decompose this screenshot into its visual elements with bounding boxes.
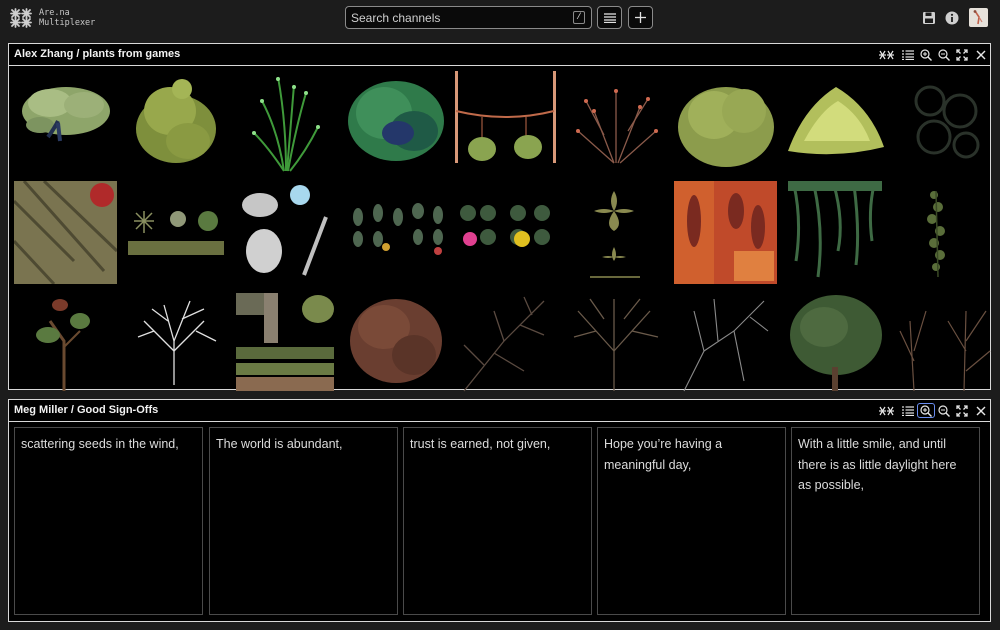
list-button[interactable] [900, 47, 916, 62]
text-block-content: The world is abundant, [216, 437, 343, 451]
plus-icon [635, 12, 646, 23]
text-block-card[interactable]: scattering seeds in the wind, [14, 427, 203, 615]
list-button[interactable] [900, 403, 916, 418]
zoom-in-icon [920, 404, 932, 417]
block-tile-plant-sprites[interactable] [124, 181, 227, 284]
block-tile-white-tree[interactable] [124, 291, 227, 394]
fullscreen-icon [956, 48, 968, 61]
arena-logo-icon[interactable] [10, 8, 32, 28]
asterisk-icon [878, 50, 894, 59]
panel-header: Alex Zhang / plants from games [9, 44, 990, 66]
block-tile-ivy[interactable] [894, 181, 997, 284]
avatar[interactable] [969, 8, 988, 27]
close-icon [976, 50, 986, 59]
panel-header: Meg Miller / Good Sign-Offs [9, 400, 990, 422]
text-block-card[interactable]: With a little smile, and until there is … [791, 427, 980, 615]
fullscreen-icon [956, 404, 968, 417]
block-tile-bare-branches[interactable] [454, 291, 557, 394]
zoom-in-button[interactable] [918, 47, 934, 62]
block-tile-hedge-sprites[interactable] [234, 291, 337, 394]
close-icon [976, 406, 986, 415]
block-tile-white-leaves[interactable] [234, 181, 337, 284]
text-block-content: Hope you’re having a meaningful day, [604, 437, 723, 472]
search-box: / [345, 6, 592, 29]
app-name-line1: Are.na [39, 8, 70, 18]
block-tile-leaf-sprites[interactable] [344, 181, 447, 284]
zoom-out-icon [938, 404, 950, 417]
info-icon[interactable] [944, 10, 960, 26]
zoom-out-button[interactable] [936, 47, 952, 62]
zoom-out-button[interactable] [936, 403, 952, 418]
block-tile-hanging-vines[interactable] [784, 181, 887, 284]
add-channel-button[interactable] [628, 6, 653, 29]
search-input[interactable] [351, 9, 561, 26]
block-tile-small-tree[interactable] [14, 291, 117, 394]
top-bar: Are.na Multiplexer / [0, 0, 1000, 36]
block-tile-twig-bushes[interactable] [894, 291, 997, 394]
block-tile-bark-texture[interactable] [14, 181, 117, 284]
panel-title[interactable]: Alex Zhang / plants from games [14, 48, 180, 60]
block-tile-yellow-mound[interactable] [784, 71, 887, 174]
text-block-card[interactable]: The world is abundant, [209, 427, 398, 615]
text-block-card[interactable]: trust is earned, not given, [403, 427, 592, 615]
avatar-image [973, 10, 983, 25]
fullscreen-button[interactable] [954, 403, 970, 418]
block-tile-cross-leaves[interactable] [564, 181, 667, 284]
block-tile-hanging-pots[interactable] [454, 71, 557, 174]
block-tile-tree[interactable] [14, 71, 117, 174]
asterisk-icon [878, 406, 894, 415]
channel-panel-sign-offs: Meg Miller / Good Sign-Offs scattering s… [8, 399, 991, 622]
channel-panel-plants: Alex Zhang / plants from games [8, 43, 991, 392]
list-view-button[interactable] [597, 6, 622, 29]
zoom-in-button[interactable] [917, 403, 935, 418]
block-tile-bare-tree[interactable] [564, 291, 667, 394]
zoom-in-icon [920, 48, 932, 61]
list-icon [603, 12, 616, 23]
close-button[interactable] [973, 403, 989, 418]
close-button[interactable] [973, 47, 989, 62]
text-block-content: trust is earned, not given, [410, 437, 551, 451]
block-tile-lilypad-sprites[interactable] [454, 181, 557, 284]
block-tile-dark-leaves[interactable] [894, 71, 997, 174]
block-tile-shrub[interactable] [124, 71, 227, 174]
list-icon [902, 49, 914, 60]
asterisk-button[interactable] [878, 47, 894, 62]
block-tile-grass[interactable] [234, 71, 337, 174]
text-block-card[interactable]: Hope you’re having a meaningful day, [597, 427, 786, 615]
asterisk-button[interactable] [878, 403, 894, 418]
search-shortcut-key: / [573, 11, 585, 24]
block-tile-leafy-bush[interactable] [674, 71, 777, 174]
save-icon[interactable] [921, 10, 937, 26]
block-tile-dense-bush[interactable] [344, 71, 447, 174]
list-icon [902, 405, 914, 416]
block-tile-brown-bush[interactable] [344, 291, 447, 394]
block-tile-berry-bush[interactable] [564, 71, 667, 174]
zoom-out-icon [938, 48, 950, 61]
block-tile-red-leaves[interactable] [674, 181, 777, 284]
app-name-line2: Multiplexer [39, 18, 96, 28]
block-tile-thin-branches[interactable] [674, 291, 777, 394]
block-tile-pine-tree[interactable] [784, 291, 887, 394]
app-name: Are.na Multiplexer [39, 8, 95, 28]
panel-title[interactable]: Meg Miller / Good Sign-Offs [14, 404, 158, 416]
fullscreen-button[interactable] [954, 47, 970, 62]
text-block-content: With a little smile, and until there is … [798, 437, 957, 492]
text-block-content: scattering seeds in the wind, [21, 437, 179, 451]
